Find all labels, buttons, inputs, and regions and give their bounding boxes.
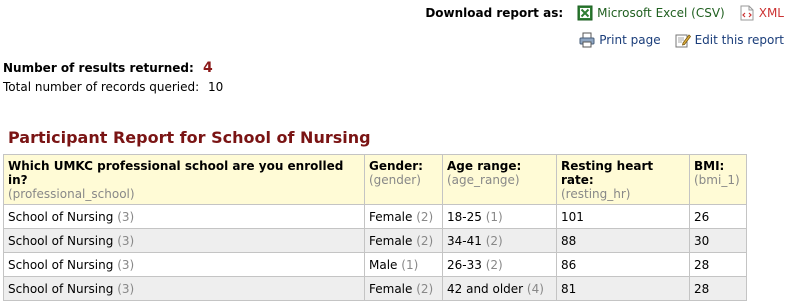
cell-school: School of Nursing (3)	[3, 204, 365, 229]
cell-hr: 81	[556, 276, 690, 301]
cell-gender: Male (1)	[364, 252, 443, 277]
print-page-label: Print page	[599, 33, 661, 47]
records-queried: Total number of records queried: 10	[3, 80, 223, 94]
cell-age: 18-25 (1)	[442, 204, 557, 229]
report-title: Participant Report for School of Nursing	[8, 128, 371, 147]
table-row: School of Nursing (3) Female (2) 18-25 (…	[3, 204, 747, 229]
download-bar: Download report as: Microsoft Excel (CSV…	[425, 5, 784, 21]
download-xml-link[interactable]: XML	[739, 5, 784, 21]
print-page-link[interactable]: Print page	[579, 32, 661, 48]
cell-age: 26-33 (2)	[442, 252, 557, 277]
column-header-bmi[interactable]: BMI: (bmi_1)	[689, 154, 747, 205]
column-header-professional-school[interactable]: Which UMKC professional school are you e…	[3, 154, 365, 205]
column-label: BMI:	[694, 159, 725, 173]
cell-hr: 101	[556, 204, 690, 229]
cell-school: School of Nursing (3)	[3, 252, 365, 277]
column-label: Resting heart rate:	[561, 159, 654, 187]
column-field: (gender)	[369, 173, 421, 187]
column-header-gender[interactable]: Gender: (gender)	[364, 154, 443, 205]
table-row: School of Nursing (3) Female (2) 34-41 (…	[3, 228, 747, 253]
cell-school: School of Nursing (3)	[3, 228, 365, 253]
cell-hr: 88	[556, 228, 690, 253]
cell-gender: Female (2)	[364, 204, 443, 229]
column-label: Which UMKC professional school are you e…	[8, 159, 344, 187]
table-header-row: Which UMKC professional school are you e…	[3, 154, 747, 205]
cell-bmi: 30	[689, 228, 747, 253]
cell-hr: 86	[556, 252, 690, 277]
column-header-resting-hr[interactable]: Resting heart rate: (resting_hr)	[556, 154, 690, 205]
download-csv-label: Microsoft Excel (CSV)	[597, 6, 725, 20]
cell-bmi: 26	[689, 204, 747, 229]
results-returned-label: Number of results returned:	[3, 61, 194, 75]
cell-bmi: 28	[689, 276, 747, 301]
edit-pencil-icon	[675, 32, 691, 48]
download-xml-label: XML	[758, 6, 784, 20]
table-row: School of Nursing (3) Female (2) 42 and …	[3, 276, 747, 301]
cell-age: 34-41 (2)	[442, 228, 557, 253]
results-summary: Number of results returned: 4 Total numb…	[3, 60, 223, 94]
cell-bmi: 28	[689, 252, 747, 277]
cell-gender: Female (2)	[364, 228, 443, 253]
column-header-age-range[interactable]: Age range: (age_range)	[442, 154, 557, 205]
column-field: (bmi_1)	[694, 173, 740, 187]
cell-age: 42 and older (4)	[442, 276, 557, 301]
column-label: Gender:	[369, 159, 423, 173]
records-queried-label: Total number of records queried:	[3, 80, 200, 94]
cell-school: School of Nursing (3)	[3, 276, 365, 301]
printer-icon	[579, 32, 595, 48]
column-field: (age_range)	[447, 173, 520, 187]
column-field: (resting_hr)	[561, 187, 631, 201]
report-table: Which UMKC professional school are you e…	[3, 154, 747, 301]
results-returned: Number of results returned: 4	[3, 60, 223, 76]
download-csv-link[interactable]: Microsoft Excel (CSV)	[577, 5, 725, 21]
xml-icon	[739, 5, 755, 21]
edit-report-label: Edit this report	[694, 33, 784, 47]
edit-report-link[interactable]: Edit this report	[675, 32, 784, 48]
report-actions: Print page Edit this report	[579, 32, 784, 48]
results-returned-value: 4	[202, 60, 213, 76]
records-queried-value: 10	[208, 80, 224, 94]
excel-icon	[577, 5, 593, 21]
table-row: School of Nursing (3) Male (1) 26-33 (2)…	[3, 252, 747, 277]
column-label: Age range:	[447, 159, 522, 173]
cell-gender: Female (2)	[364, 276, 443, 301]
column-field: (professional_school)	[8, 187, 135, 201]
download-label: Download report as:	[425, 6, 564, 20]
